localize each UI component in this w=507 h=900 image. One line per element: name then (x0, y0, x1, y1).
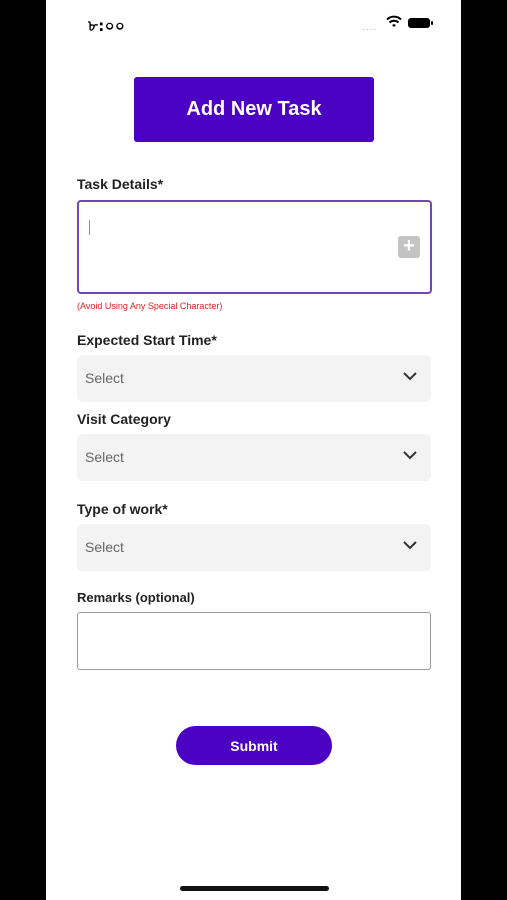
select-value: Select (85, 539, 124, 555)
app-screen: ৮:০০ .... Add New Task Task Details* + (… (46, 0, 461, 900)
chevron-down-icon (403, 372, 417, 381)
chevron-down-icon (403, 451, 417, 460)
special-character-hint: (Avoid Using Any Special Character) (77, 301, 223, 311)
task-details-input[interactable]: + (77, 200, 432, 294)
status-time: ৮:০০ (88, 17, 126, 35)
remarks-label: Remarks (optional) (77, 590, 195, 605)
visit-category-label: Visit Category (77, 411, 171, 427)
battery-icon (408, 18, 433, 28)
add-new-task-button[interactable]: Add New Task (134, 77, 374, 142)
expected-start-time-select[interactable]: Select (77, 355, 431, 402)
type-of-work-select[interactable]: Select (77, 524, 431, 571)
home-indicator (180, 886, 329, 891)
task-details-label: Task Details* (77, 176, 164, 192)
text-caret (89, 220, 90, 235)
submit-button[interactable]: Submit (176, 726, 332, 765)
wifi-icon (386, 15, 402, 27)
visit-category-select[interactable]: Select (77, 434, 431, 481)
chevron-down-icon (403, 541, 417, 550)
expected-start-time-label: Expected Start Time* (77, 332, 217, 348)
signal-dots: .... (362, 22, 378, 33)
remarks-input[interactable] (77, 612, 431, 670)
type-of-work-label: Type of work* (77, 501, 168, 517)
select-value: Select (85, 449, 124, 465)
select-value: Select (85, 370, 124, 386)
plus-icon[interactable]: + (398, 236, 420, 258)
